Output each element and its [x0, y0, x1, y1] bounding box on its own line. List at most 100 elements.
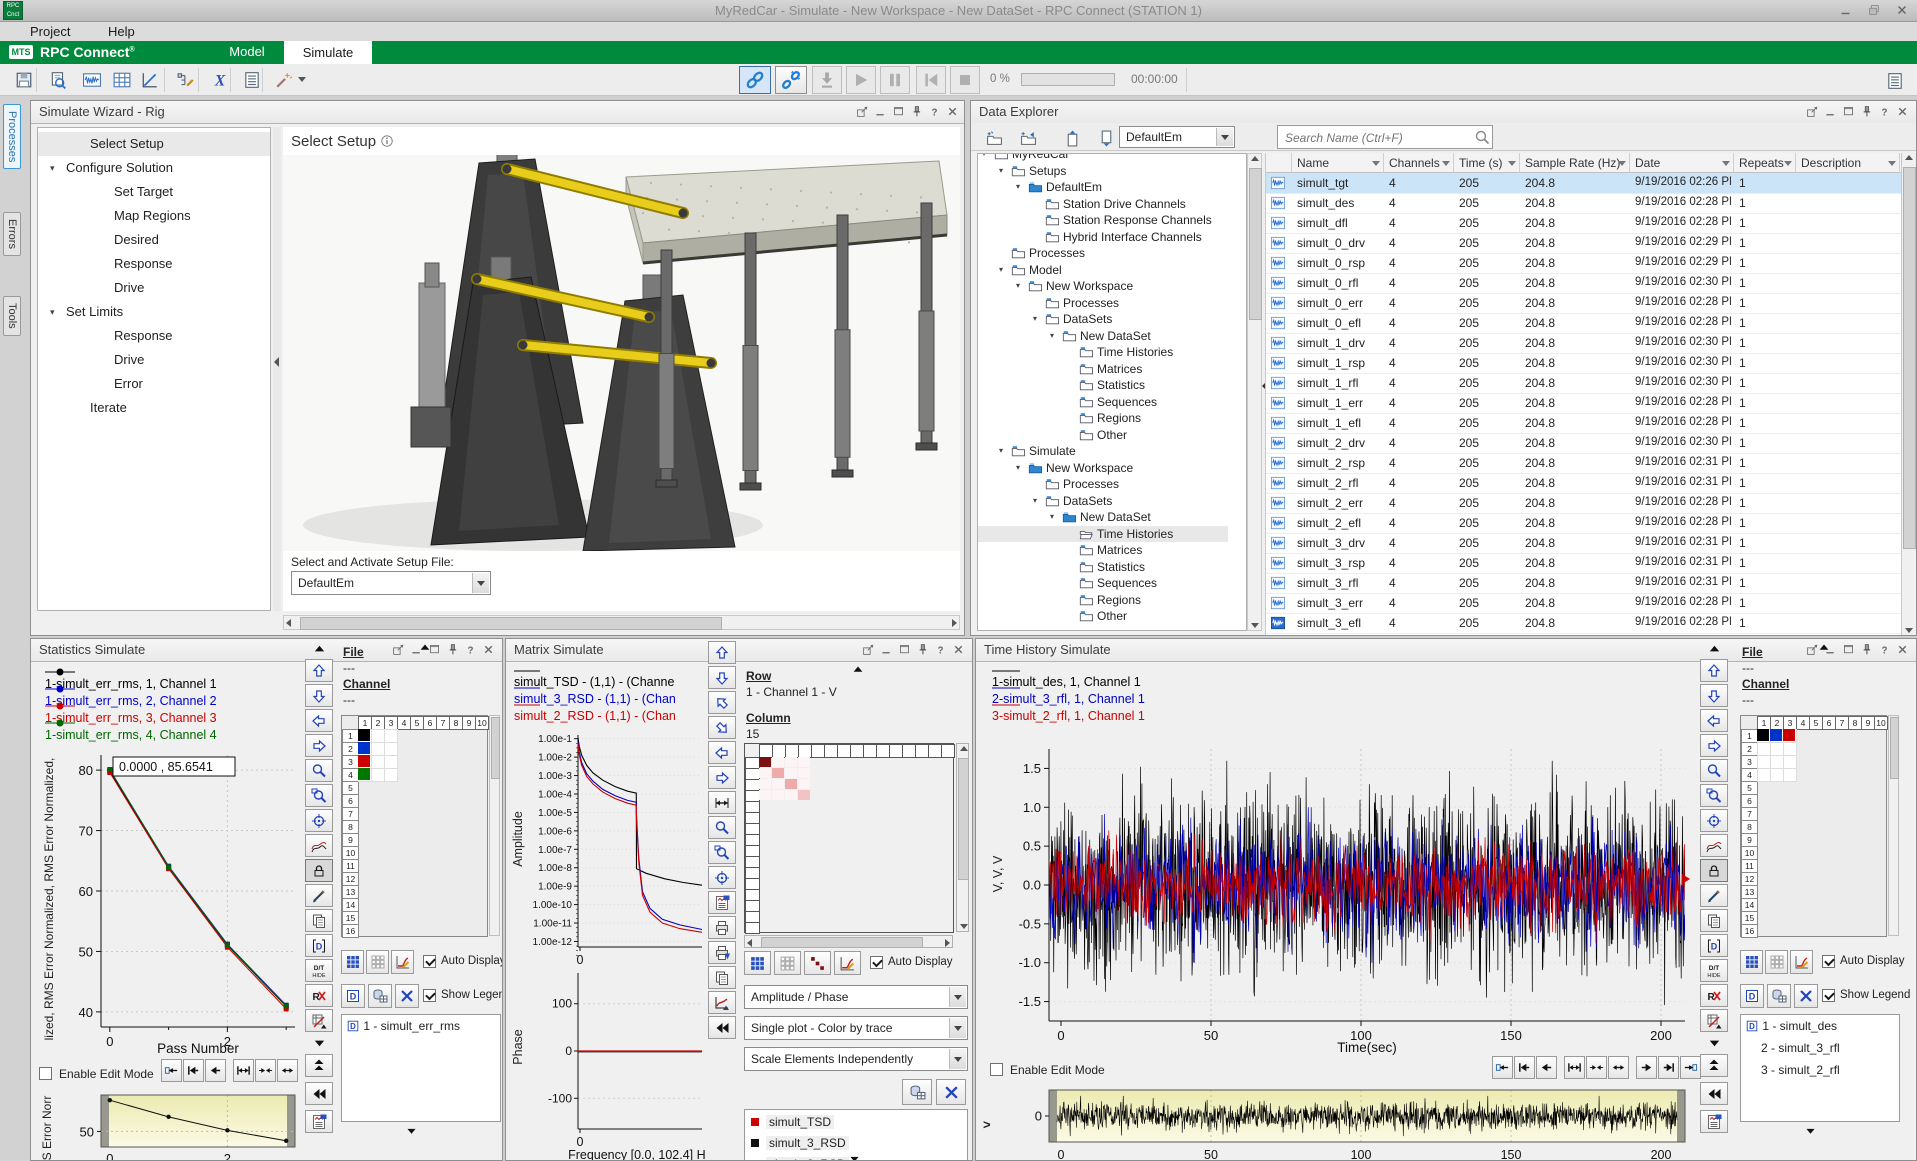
table-row-simult_1_err[interactable]: simult_1_err4205204.89/19/2016 02:28 PM1: [1266, 393, 1902, 414]
matrix-diag-dots-button[interactable]: [804, 951, 831, 975]
strip-report-button[interactable]: [1700, 1110, 1728, 1133]
statistics-enable-edit-checkbox[interactable]: [39, 1067, 52, 1080]
toolbar-report-list-button[interactable]: [1882, 68, 1908, 94]
table-row-simult_0_drv[interactable]: simult_0_drv4205204.89/19/2016 02:29 PM1: [1266, 233, 1902, 254]
matrix-grid-vscrollbar[interactable]: [956, 743, 969, 932]
table-row-simult_3_rsp[interactable]: simult_3_rsp4205204.89/19/2016 02:31 PM1: [1266, 553, 1902, 574]
strip-print-export-button[interactable]: [708, 941, 736, 964]
time-history-nav-edit-prev-button[interactable]: [1492, 1056, 1513, 1079]
wizard-step-iterate[interactable]: Iterate: [38, 396, 270, 420]
column-header-time-s-[interactable]: Time (s): [1454, 153, 1520, 173]
strip-pan-right-button[interactable]: [708, 766, 736, 789]
explorer-node-new-dataset[interactable]: ▾New DataSet: [978, 509, 1228, 526]
tab-model[interactable]: Model: [222, 44, 272, 59]
wizard-step-set-target[interactable]: Set Target: [38, 180, 270, 204]
time-history-maximize-button[interactable]: [1841, 642, 1856, 657]
toolbar-time-history-display-button[interactable]: [78, 67, 105, 93]
strip-report-button[interactable]: [305, 1110, 333, 1133]
matrix-grid-white-button[interactable]: [774, 951, 801, 975]
strip-pan-down-button[interactable]: [1700, 684, 1728, 707]
matrix-trace-item[interactable]: simult_3_RSD: [751, 1136, 849, 1150]
wizard-step-response[interactable]: Response: [38, 252, 270, 276]
explorer-node-statistics[interactable]: Statistics: [978, 559, 1228, 576]
table-row-simult_2_drv[interactable]: simult_2_drv4205204.89/19/2016 02:30 PM1: [1266, 433, 1902, 454]
strip-pan-left-button[interactable]: [1700, 709, 1728, 732]
explorer-node-model[interactable]: ▾Model: [978, 262, 1228, 279]
strip-lock-button[interactable]: [1700, 859, 1728, 882]
strip-hide-dt-button[interactable]: D/THIDE: [305, 959, 333, 982]
wizard-close-button[interactable]: [945, 104, 960, 119]
statistics-db-grid-button[interactable]: [368, 984, 392, 1008]
wizard-step-configure-solution[interactable]: ▾Configure Solution: [38, 156, 270, 180]
explorer-node-sequences[interactable]: Sequences: [978, 575, 1228, 592]
wizard-help-button[interactable]: ?: [927, 104, 942, 119]
explorer-node-station-drive-channels[interactable]: Station Drive Channels: [978, 196, 1228, 213]
time-history-enable-edit-checkbox[interactable]: [990, 1063, 1003, 1076]
strip-cursor-d-button[interactable]: D: [1700, 934, 1728, 957]
explorer-node-new-workspace[interactable]: ▾New Workspace: [978, 278, 1228, 295]
column-header-sample-rate-hz-[interactable]: Sample Rate (Hz): [1520, 153, 1630, 173]
strip-collapse-down-icon[interactable]: [305, 1034, 333, 1050]
statistics-nav-step-first-button[interactable]: [183, 1059, 204, 1082]
toolbar-save-button[interactable]: [10, 67, 37, 93]
strip-zoom-window-button[interactable]: [1700, 784, 1728, 807]
toolbar-process-edit-button[interactable]: [172, 67, 199, 93]
strip-zoom-button[interactable]: [1700, 759, 1728, 782]
explorer-node-new-workspace[interactable]: ▾New Workspace: [978, 460, 1228, 477]
explorer-tree-scrollbar[interactable]: [1247, 153, 1262, 631]
matrix-collapse-icon[interactable]: [848, 663, 868, 677]
wizard-step-select-setup[interactable]: Select Setup: [38, 132, 270, 156]
explorer-node-statistics[interactable]: Statistics: [978, 377, 1228, 394]
wizard-step-error[interactable]: Error: [38, 372, 270, 396]
explorer-add-collection-button[interactable]: [1015, 126, 1041, 150]
explorer-import-file-button[interactable]: [1093, 126, 1119, 150]
explorer-minimize-button[interactable]: [1823, 104, 1838, 119]
strip-collapse-up-icon[interactable]: [305, 641, 333, 657]
statistics-collapse-icon[interactable]: [415, 641, 435, 655]
table-row-simult_2_rsp[interactable]: simult_2_rsp4205204.89/19/2016 02:31 PM1: [1266, 453, 1902, 474]
explorer-export-file-button[interactable]: [1059, 126, 1085, 150]
wizard-step-desired[interactable]: Desired: [38, 228, 270, 252]
strip-center-target-button[interactable]: [708, 866, 736, 889]
explorer-node-processes[interactable]: Processes: [978, 295, 1228, 312]
wizard-minimize-button[interactable]: [873, 104, 888, 119]
strip-pan-down-button[interactable]: [708, 666, 736, 689]
matrix-dropdown-3[interactable]: Scale Elements Independently: [744, 1047, 968, 1071]
strip-scroll-top-button[interactable]: [1700, 1054, 1728, 1077]
toolbar-xy-display-button[interactable]: [136, 67, 163, 93]
time-history-nav-span-shrink-button[interactable]: [1586, 1056, 1607, 1079]
time-history-pin-button[interactable]: [1859, 642, 1874, 657]
table-row-simult_3_rfl[interactable]: simult_3_rfl4205204.89/19/2016 02:31 PM1: [1266, 573, 1902, 594]
strip-scroll-left-button[interactable]: [708, 1016, 736, 1039]
strip-pan-up-button[interactable]: [1700, 659, 1728, 682]
wizard-step-response[interactable]: Response: [38, 324, 270, 348]
strip-zoom-window-button[interactable]: [305, 784, 333, 807]
time-history-nav-span-full-button[interactable]: [1564, 1056, 1585, 1079]
statistics-auto-display-checkbox[interactable]: [423, 955, 436, 968]
explorer-node-sequences[interactable]: Sequences: [978, 394, 1228, 411]
column-header-repeats[interactable]: Repeats: [1734, 153, 1796, 173]
strip-select-up-button[interactable]: [708, 691, 736, 714]
explorer-node-time-histories[interactable]: Time Histories: [978, 344, 1228, 361]
strip-clear-traces-button[interactable]: R: [305, 984, 333, 1007]
time-history-trace-item[interactable]: 3 - simult_2_rfl: [1745, 1063, 1840, 1077]
time-history-channel-grid[interactable]: 1234567891012345678910111213141516: [1740, 715, 1887, 937]
statistics-channel-grid[interactable]: 1234567891012345678910111213141516: [341, 715, 488, 937]
wizard-step-drive[interactable]: Drive: [38, 348, 270, 372]
strip-chart-export-button[interactable]: [708, 991, 736, 1014]
table-row-simult_1_drv[interactable]: simult_1_drv4205204.89/19/2016 02:30 PM1: [1266, 333, 1902, 354]
time-history-nav-edit-next-button[interactable]: [1680, 1056, 1701, 1079]
statistics-nav-span-grow-button[interactable]: [277, 1059, 298, 1082]
wizard-popout-button[interactable]: [855, 104, 870, 119]
wizard-pin-button[interactable]: [909, 104, 924, 119]
explorer-node-processes[interactable]: Processes: [978, 476, 1228, 493]
strip-print-button[interactable]: [708, 916, 736, 939]
window-minimize-button[interactable]: [1839, 3, 1853, 17]
explorer-node-setups[interactable]: ▾Setups: [978, 163, 1228, 180]
matrix-element-grid[interactable]: [744, 743, 954, 933]
matrix-trace-item[interactable]: simult_2_RSD: [751, 1157, 849, 1161]
dock-tab-processes[interactable]: Processes: [3, 104, 21, 169]
strip-autoscale-button[interactable]: [1700, 834, 1728, 857]
matrix-grid-hscrollbar[interactable]: [744, 935, 953, 948]
search-input[interactable]: [1283, 128, 1469, 148]
